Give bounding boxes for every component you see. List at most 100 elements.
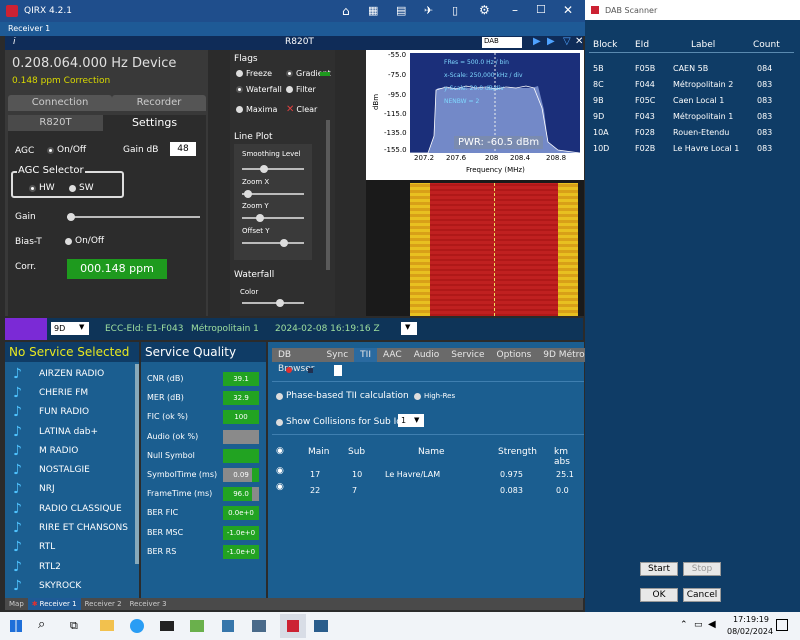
filter-icon[interactable]: ▽ [563,36,571,47]
service-item[interactable]: ♪ SKYROCK [5,576,135,595]
sub-id-chevron-icon[interactable]: ▼ [414,416,419,424]
services-scrollbar[interactable] [135,364,139,564]
dab-row[interactable]: 9D F043 Métropolitain 1 083 [593,108,793,124]
service-item[interactable]: ♪ FUN RADIO [5,403,135,422]
service-item[interactable]: ♪ RTL2 [5,557,135,576]
dab-taskbar-icon[interactable] [314,620,328,632]
dab-row[interactable]: 9B F05C Caen Local 1 083 [593,92,793,108]
filter-check[interactable]: Filter [286,85,316,94]
close-icon[interactable]: ✕ [563,3,573,17]
tab-settings[interactable]: Settings [103,115,206,131]
tab-service[interactable]: Service [445,348,491,362]
dab-row[interactable]: 8C F044 Métropolitain 2 083 [593,76,793,92]
tab-aac[interactable]: AAC [376,348,408,362]
photos-icon[interactable] [190,620,204,632]
tab-receiver-1[interactable]: ✱ Receiver 1 [27,598,81,610]
service-item[interactable]: ♪ M RADIO [5,441,135,460]
tab-receiver-3[interactable]: Receiver 3 [126,600,171,608]
start-button[interactable]: Start [640,562,678,576]
service-item[interactable]: ♪ AIRZEN RADIO [5,364,135,383]
task-view-icon[interactable]: ⧉ [70,619,78,633]
service-item[interactable]: ♪ NRJ [5,480,135,499]
service-item[interactable]: ♪ NOSTALGIE [5,460,135,479]
play-icon[interactable]: ▶ [533,36,541,47]
service-item[interactable]: ♪ RIRE ET CHANSONS [5,518,135,537]
color-knob[interactable] [276,299,284,307]
agc-sw-radio[interactable]: SW [69,183,94,193]
explorer-icon[interactable] [100,620,114,631]
sub-id-select[interactable]: 1 [398,414,424,427]
row-check-icon[interactable]: ◉ [276,482,284,492]
gain-db-field[interactable]: 48 [170,142,196,156]
home-icon[interactable]: ⌂ [342,4,350,18]
tab-map[interactable]: Map [5,600,28,608]
windows-start-icon[interactable] [10,620,22,632]
chevron-up-icon[interactable]: ⌃ [680,620,688,630]
dab-row[interactable]: 10D F02B Le Havre Local 1 083 [593,140,793,156]
status-dropdown-icon[interactable]: ▼ [405,323,410,331]
minimize-icon[interactable]: – [512,3,518,17]
mode-select[interactable]: DAB [482,37,522,48]
tab-db-browser[interactable]: DB Browser [272,348,321,374]
volume-icon[interactable]: ◀ [708,619,716,630]
network-icon[interactable]: ▭ [694,620,703,630]
smoothing-slider[interactable] [242,165,304,173]
zoomy-knob[interactable] [256,214,264,222]
search-icon[interactable]: ⌕ [38,617,45,632]
cancel-button[interactable]: Cancel [683,588,721,602]
corr-value[interactable]: 000.148 ppm [67,259,167,279]
smoothing-knob[interactable] [260,165,268,173]
tab-receiver-2[interactable]: Receiver 2 [81,600,126,608]
service-item[interactable]: ♪ LATINA dab+ [5,422,135,441]
log-icon[interactable]: ▯ [452,4,458,17]
service-item[interactable]: ♪ CHERIE FM [5,383,135,402]
map-icon[interactable]: ▤ [396,4,406,17]
zoomx-slider[interactable] [242,190,304,198]
offsety-slider[interactable] [242,239,304,247]
close-panel-icon[interactable]: ✕ [575,36,583,47]
tab-sync[interactable]: Sync [320,348,355,362]
tab-connection[interactable]: Connection [8,95,112,111]
chevron-down-icon[interactable]: ▼ [79,323,84,331]
high-res-radio[interactable]: High-Res [414,392,455,400]
service-item[interactable]: ♪ RADIO CLASSIQUE [5,499,135,518]
tab-r820t[interactable]: R820T [8,115,103,131]
agc-hw-radio[interactable]: HW [29,183,55,193]
satellite-icon[interactable]: ✈ [424,4,433,17]
terminal-icon[interactable] [160,621,174,631]
row-check-icon[interactable]: ◉ [276,466,284,476]
zoomy-slider[interactable] [242,214,304,222]
dab-row[interactable]: 10A F028 Rouen-Etendu 083 [593,124,793,140]
gain-slider[interactable] [67,213,200,221]
waterfall-check[interactable]: Waterfall [236,85,282,94]
stop-icon[interactable] [308,368,313,373]
notification-icon[interactable] [776,619,788,631]
tab-tii[interactable]: TII [354,348,377,362]
flags-scrollbar[interactable] [326,120,330,270]
table-icon[interactable]: ▦ [368,4,378,17]
app-window-icon[interactable] [252,620,266,632]
zoomx-knob[interactable] [244,190,252,198]
stop-button[interactable]: Stop [683,562,721,576]
edge-icon[interactable] [130,619,144,633]
maximize-icon[interactable]: ☐ [536,3,546,16]
gain-slider-knob[interactable] [67,213,75,221]
show-collisions-radio[interactable]: Show Collisions for Sub Id [276,417,402,427]
offsety-knob[interactable] [280,239,288,247]
tii-row[interactable]: ◉ 17 10 Le Havre/LAM 0.975 25.1 [272,466,584,480]
gear-icon[interactable]: ⚙ [479,3,490,17]
freeze-check[interactable]: Freeze [236,69,272,78]
document-icon[interactable] [334,365,342,376]
ok-button[interactable]: OK [640,588,678,602]
fast-forward-icon[interactable]: ▶ [547,36,555,47]
clear-button[interactable]: ✕ Clear [286,104,317,115]
phase-based-radio[interactable]: Phase-based TII calculation [276,391,409,401]
maxima-check[interactable]: Maxima [236,105,277,114]
agc-onoff-check[interactable]: On/Off [47,145,86,155]
dab-row[interactable]: 5B F05B CAEN 5B 084 [593,60,793,76]
python-icon[interactable] [222,620,234,632]
clock-date[interactable]: 08/02/2024 [727,627,773,636]
color-slider[interactable] [242,299,304,307]
tab-recorder[interactable]: Recorder [112,95,206,111]
tab-options[interactable]: Options [490,348,538,362]
